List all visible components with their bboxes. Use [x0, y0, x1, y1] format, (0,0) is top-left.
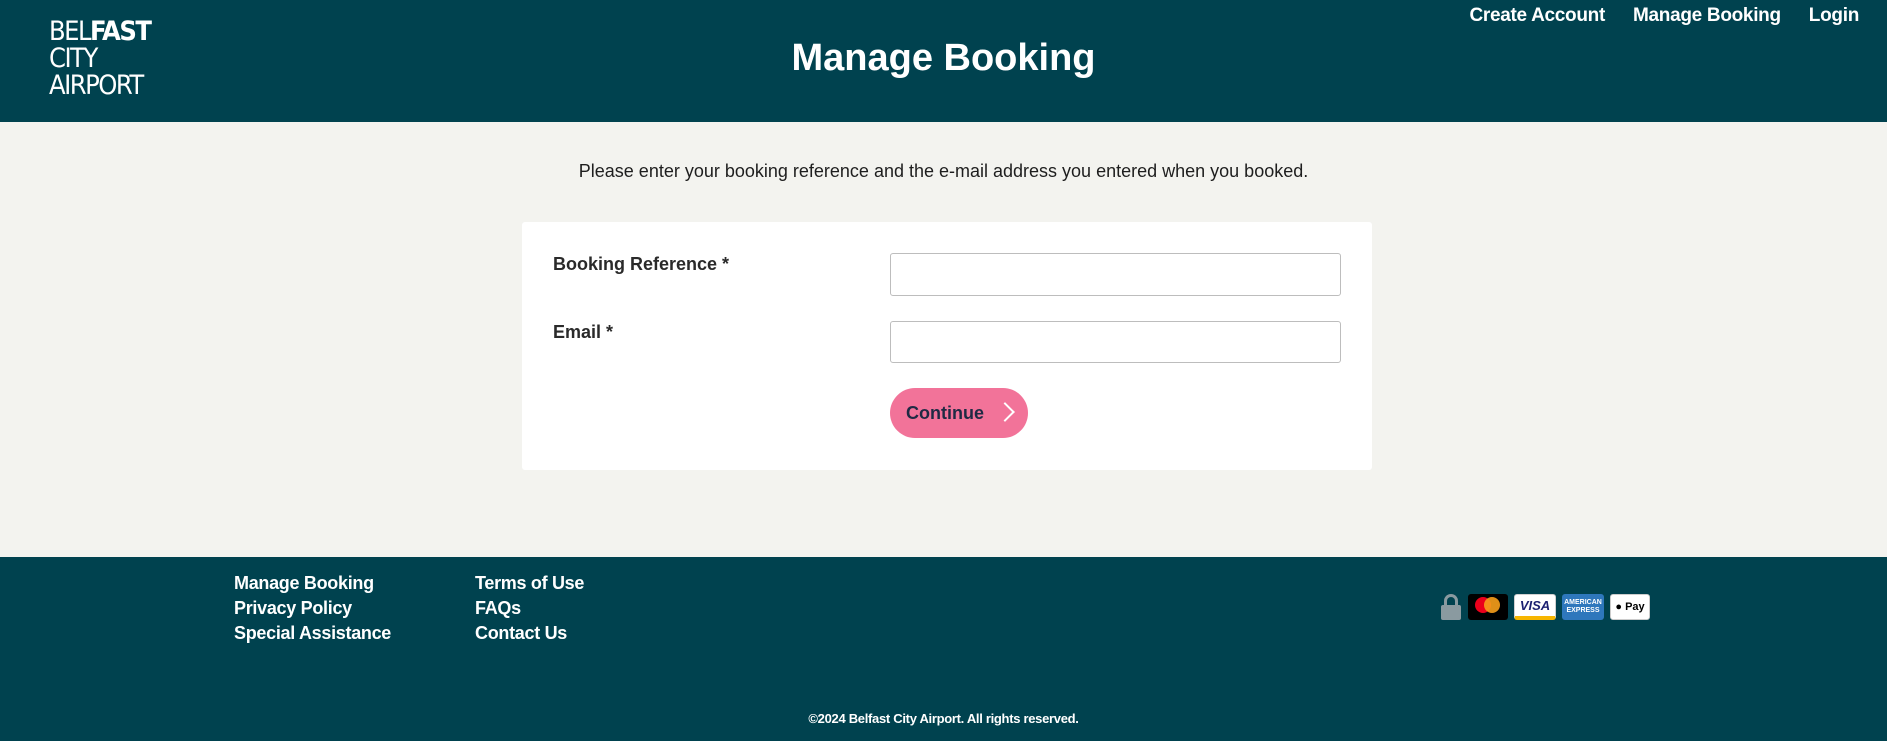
amex-text: AMERICAN EXPRESS: [1564, 599, 1602, 614]
intro-text: Please enter your booking reference and …: [578, 161, 1309, 181]
chevron-right-icon: [995, 402, 1015, 422]
continue-button[interactable]: Continue: [890, 388, 1028, 438]
top-nav: Create Account Manage Booking Login: [1469, 5, 1859, 27]
footer-link-manage-booking[interactable]: Manage Booking: [234, 571, 391, 596]
visa-text: VISA: [1519, 598, 1551, 613]
continue-label: Continue: [906, 402, 984, 423]
footer-links-col-2: Terms of Use FAQs Contact Us: [475, 571, 584, 646]
amex-icon: AMERICAN EXPRESS: [1562, 594, 1604, 620]
footer-link-special-assistance[interactable]: Special Assistance: [234, 621, 391, 646]
site-header: BELFAST CITY AIRPORT Manage Booking Crea…: [0, 0, 1887, 122]
nav-login[interactable]: Login: [1809, 5, 1860, 27]
footer-link-privacy-policy[interactable]: Privacy Policy: [234, 596, 391, 621]
apple-pay-icon: ● Pay: [1610, 594, 1650, 620]
site-footer: Manage Booking Privacy Policy Special As…: [0, 557, 1887, 741]
payment-methods: VISA AMERICAN EXPRESS ● Pay: [1440, 593, 1650, 621]
email-input[interactable]: [890, 321, 1341, 363]
footer-links-col-1: Manage Booking Privacy Policy Special As…: [234, 571, 391, 646]
mastercard-icon: [1468, 594, 1508, 620]
footer-link-terms-of-use[interactable]: Terms of Use: [475, 571, 584, 596]
lock-icon: [1440, 593, 1462, 621]
booking-reference-input[interactable]: [890, 253, 1341, 296]
copyright-text: ©2024 Belfast City Airport. All rights r…: [808, 711, 1079, 726]
manage-booking-form: Booking Reference * Email * Continue: [522, 222, 1372, 470]
email-label: Email *: [553, 322, 614, 342]
apple-pay-text: ● Pay: [1615, 601, 1645, 613]
nav-create-account[interactable]: Create Account: [1469, 5, 1605, 27]
booking-reference-label: Booking Reference *: [553, 254, 730, 274]
footer-link-faqs[interactable]: FAQs: [475, 596, 584, 621]
nav-manage-booking[interactable]: Manage Booking: [1633, 5, 1781, 27]
footer-link-contact-us[interactable]: Contact Us: [475, 621, 584, 646]
page-title: Manage Booking: [791, 37, 1096, 79]
visa-icon: VISA: [1514, 594, 1556, 620]
